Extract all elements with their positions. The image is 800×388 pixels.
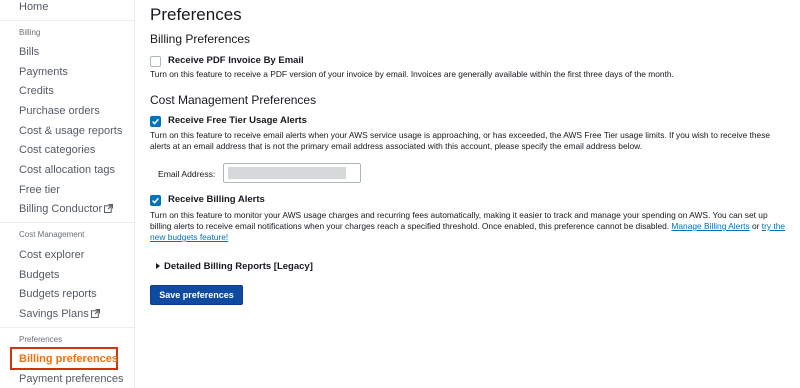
page-title: Preferences xyxy=(150,5,242,24)
free-tier-alerts-description: Turn on this feature to receive email al… xyxy=(150,130,771,151)
pdf-invoice-checkbox[interactable] xyxy=(150,56,161,67)
billing-alerts-checkbox[interactable] xyxy=(150,195,161,206)
detailed-billing-reports-label: Detailed Billing Reports [Legacy] xyxy=(164,261,313,272)
sidebar-item-purchase-orders[interactable]: Purchase orders xyxy=(19,105,100,118)
sidebar-item-cost-usage-reports[interactable]: Cost & usage reports xyxy=(19,125,122,138)
manage-billing-alerts-link[interactable]: Manage Billing Alerts xyxy=(671,221,749,231)
sidebar-item-budgets-reports[interactable]: Budgets reports xyxy=(19,288,97,301)
sidebar: Home Billing Bills Payments Credits Purc… xyxy=(0,0,135,388)
sidebar-divider xyxy=(0,327,134,328)
sidebar-item-free-tier[interactable]: Free tier xyxy=(19,184,60,197)
external-link-icon xyxy=(104,204,114,213)
caret-right-icon xyxy=(156,263,160,269)
sidebar-item-budgets[interactable]: Budgets xyxy=(19,269,59,282)
detailed-billing-reports-expander[interactable]: Detailed Billing Reports [Legacy] xyxy=(156,261,313,272)
sidebar-divider xyxy=(0,222,134,223)
sidebar-item-payments[interactable]: Payments xyxy=(19,66,68,79)
or-text: or xyxy=(751,221,760,231)
sidebar-item-credits[interactable]: Credits xyxy=(19,85,54,98)
redacted-email-value xyxy=(228,167,346,179)
sidebar-section-cost-management: Cost Management xyxy=(19,230,85,239)
sidebar-item-cost-explorer[interactable]: Cost explorer xyxy=(19,249,84,262)
sidebar-item-home[interactable]: Home xyxy=(19,1,48,14)
sidebar-item-bills[interactable]: Bills xyxy=(19,46,39,59)
sidebar-item-label: Savings Plans xyxy=(19,308,89,320)
email-address-input[interactable] xyxy=(223,163,361,183)
sidebar-item-billing-conductor[interactable]: Billing Conductor xyxy=(19,203,114,216)
billing-alerts-description: Turn on this feature to monitor your AWS… xyxy=(150,210,790,243)
sidebar-item-label: Billing Conductor xyxy=(19,203,103,215)
billing-alerts-label: Receive Billing Alerts xyxy=(168,194,265,205)
free-tier-alerts-label: Receive Free Tier Usage Alerts xyxy=(168,115,307,126)
email-address-label: Email Address: xyxy=(158,169,216,179)
pdf-invoice-description: Turn on this feature to receive a PDF ve… xyxy=(150,69,674,79)
billing-preferences-heading: Billing Preferences xyxy=(150,32,251,46)
save-preferences-button[interactable]: Save preferences xyxy=(150,285,243,305)
sidebar-item-cost-allocation-tags[interactable]: Cost allocation tags xyxy=(19,164,115,177)
pdf-invoice-label: Receive PDF Invoice By Email xyxy=(168,55,304,66)
checkmark-icon xyxy=(152,118,159,125)
external-link-icon xyxy=(90,309,100,318)
free-tier-alerts-checkbox[interactable] xyxy=(150,116,161,127)
sidebar-item-billing-preferences[interactable]: Billing preferences xyxy=(19,353,118,366)
sidebar-item-payment-preferences[interactable]: Payment preferences xyxy=(19,373,124,386)
cost-management-heading: Cost Management Preferences xyxy=(150,93,317,107)
sidebar-item-savings-plans[interactable]: Savings Plans xyxy=(19,308,100,321)
sidebar-section-preferences: Preferences xyxy=(19,335,63,344)
sidebar-divider xyxy=(0,20,134,21)
sidebar-section-billing: Billing xyxy=(19,28,41,37)
sidebar-item-cost-categories[interactable]: Cost categories xyxy=(19,144,95,157)
checkmark-icon xyxy=(152,197,159,204)
